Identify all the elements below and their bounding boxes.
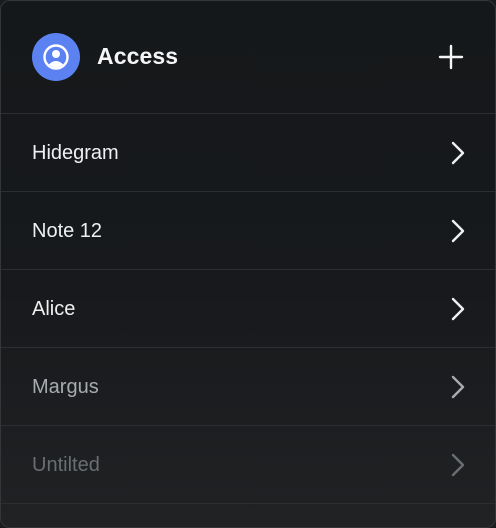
chevron-right-icon <box>451 297 465 321</box>
page-title: Access <box>97 43 179 69</box>
chevron-right-icon <box>451 453 465 477</box>
list-item-label: Alice <box>32 298 76 320</box>
list-item-label: Margus <box>32 376 99 398</box>
chevron-right-icon <box>451 219 465 243</box>
access-list: Hidegram Note 12 Alice Margus Untilted <box>1 114 495 504</box>
list-item-label: Note 12 <box>32 220 103 242</box>
list-item-alice[interactable]: Alice <box>1 270 495 348</box>
panel-header: Access <box>1 1 495 114</box>
chevron-right-icon <box>451 375 465 399</box>
user-avatar-icon <box>32 33 80 81</box>
access-panel: Access Hidegram Note 12 Alice Margus Unt… <box>0 0 496 528</box>
list-item-untilted[interactable]: Untilted <box>1 426 495 504</box>
list-item-label: Hidegram <box>32 142 119 164</box>
plus-icon <box>438 44 464 70</box>
list-item-note-12[interactable]: Note 12 <box>1 192 495 270</box>
chevron-right-icon <box>451 141 465 165</box>
list-item-margus[interactable]: Margus <box>1 348 495 426</box>
add-button[interactable] <box>435 41 467 73</box>
list-item-label: Untilted <box>32 454 100 476</box>
list-item-hidegram[interactable]: Hidegram <box>1 114 495 192</box>
